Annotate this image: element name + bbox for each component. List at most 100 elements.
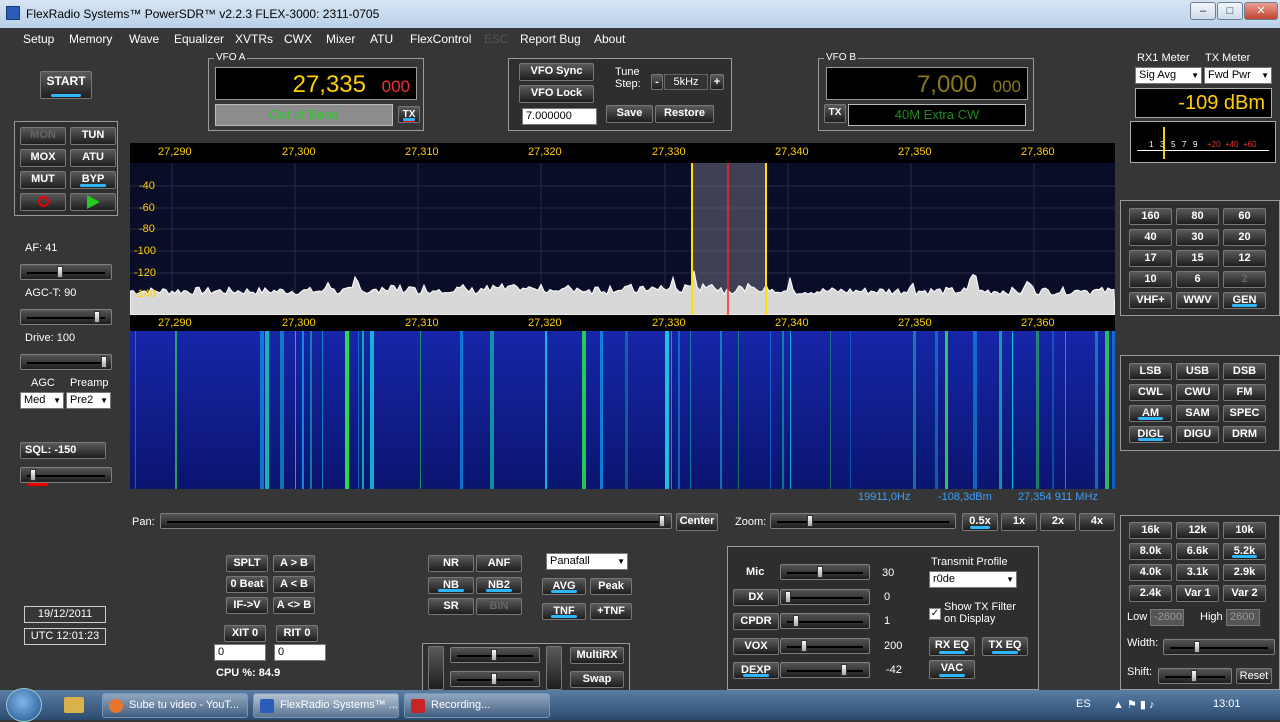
- filter-4-0k-button[interactable]: 4.0k: [1129, 564, 1172, 581]
- record-button[interactable]: [20, 193, 66, 211]
- rx1-pan-slider[interactable]: [450, 647, 540, 663]
- mode-digu-button[interactable]: DIGU: [1176, 426, 1219, 443]
- drive-thumb[interactable]: [101, 356, 107, 368]
- start-button[interactable]: START: [40, 71, 92, 99]
- vfo-b-display[interactable]: 7,000 000: [826, 67, 1028, 100]
- band-160-button[interactable]: 160: [1129, 208, 1172, 225]
- menu-flexcontrol[interactable]: FlexControl: [410, 32, 471, 46]
- menu-cwx[interactable]: CWX: [284, 32, 312, 46]
- mic-thumb[interactable]: [817, 566, 823, 578]
- vfo-b-freq[interactable]: 7,000: [917, 71, 977, 99]
- vfo-a-freq-small[interactable]: 000: [382, 77, 410, 97]
- vfo-sync-button[interactable]: VFO Sync: [519, 63, 594, 81]
- vox-thumb[interactable]: [801, 640, 807, 652]
- af-thumb[interactable]: [57, 266, 64, 278]
- tx-eq-button[interactable]: TX EQ: [982, 637, 1028, 656]
- dexp-thumb[interactable]: [841, 664, 847, 676]
- menu-mixer[interactable]: Mixer: [326, 32, 355, 46]
- band-vhfplus-button[interactable]: VHF+: [1129, 292, 1172, 309]
- mode-cwl-button[interactable]: CWL: [1129, 384, 1172, 401]
- vfo-value-field[interactable]: 7.000000: [522, 108, 597, 125]
- peak-button[interactable]: Peak: [590, 578, 632, 595]
- filter-6-6k-button[interactable]: 6.6k: [1176, 543, 1219, 560]
- dx-thumb[interactable]: [785, 591, 791, 603]
- filter-16k-button[interactable]: 16k: [1129, 522, 1172, 539]
- explorer-icon[interactable]: [64, 697, 84, 713]
- save-button[interactable]: Save: [606, 105, 653, 123]
- nr-button[interactable]: NR: [428, 555, 474, 572]
- preamp-select[interactable]: Pre2: [66, 392, 111, 409]
- vox-button[interactable]: VOX: [733, 638, 779, 655]
- vfo-b-freq-small[interactable]: 000: [993, 77, 1021, 97]
- mut-button[interactable]: MUT: [20, 171, 66, 189]
- band-gen-button[interactable]: GEN: [1223, 292, 1266, 309]
- af-slider[interactable]: [20, 264, 112, 280]
- menu-report-bug[interactable]: Report Bug: [520, 32, 581, 46]
- band-40-button[interactable]: 40: [1129, 229, 1172, 246]
- panafall-display[interactable]: 27,290 27,300 27,310 27,320 27,330 27,34…: [129, 143, 1116, 489]
- filter-8-0k-button[interactable]: 8.0k: [1129, 543, 1172, 560]
- rx1-gain-vslider[interactable]: [428, 646, 444, 690]
- menu-setup[interactable]: Setup: [23, 32, 54, 46]
- restore-button[interactable]: Restore: [655, 105, 714, 123]
- maximize-button[interactable]: □: [1217, 2, 1243, 20]
- filter-5-2k-button[interactable]: 5.2k: [1223, 543, 1266, 560]
- cpdr-slider[interactable]: [780, 613, 870, 629]
- rx-eq-button[interactable]: RX EQ: [929, 637, 975, 656]
- display-mode-select[interactable]: Panafall: [546, 553, 628, 570]
- mode-dsb-button[interactable]: DSB: [1223, 363, 1266, 380]
- add-tnf-button[interactable]: +TNF: [590, 603, 632, 620]
- swap-ab-button[interactable]: A <> B: [273, 597, 315, 614]
- band-15-button[interactable]: 15: [1176, 250, 1219, 267]
- mode-fm-button[interactable]: FM: [1223, 384, 1266, 401]
- vfo-b-tx-button[interactable]: TX: [824, 104, 846, 123]
- band-2-button[interactable]: 2: [1223, 271, 1266, 288]
- cpdr-button[interactable]: CPDR: [733, 613, 779, 630]
- task-recording[interactable]: Recording...: [404, 693, 550, 718]
- mode-sam-button[interactable]: SAM: [1176, 405, 1219, 422]
- menu-about[interactable]: About: [594, 32, 625, 46]
- nb-button[interactable]: NB: [428, 577, 474, 594]
- step-minus-button[interactable]: -: [651, 74, 663, 90]
- mode-spec-button[interactable]: SPEC: [1223, 405, 1266, 422]
- width-thumb[interactable]: [1194, 641, 1200, 653]
- drive-slider[interactable]: [20, 354, 112, 370]
- band-30-button[interactable]: 30: [1176, 229, 1219, 246]
- rx1-pan-thumb[interactable]: [491, 649, 497, 661]
- rx2-gain-vslider[interactable]: [546, 646, 562, 690]
- shift-slider[interactable]: [1158, 668, 1232, 684]
- band-17-button[interactable]: 17: [1129, 250, 1172, 267]
- band-12-button[interactable]: 12: [1223, 250, 1266, 267]
- task-youtube[interactable]: Sube tu video - YouT...: [102, 693, 248, 718]
- a-to-b-button[interactable]: A > B: [273, 555, 315, 572]
- band-20-button[interactable]: 20: [1223, 229, 1266, 246]
- mox-button[interactable]: MOX: [20, 149, 66, 167]
- agct-slider[interactable]: [20, 309, 112, 325]
- zoom-0.5x-button[interactable]: 0.5x: [962, 513, 998, 531]
- atu-button[interactable]: ATU: [70, 149, 116, 167]
- if-v-button[interactable]: IF->V: [226, 597, 268, 614]
- zoom-4x-button[interactable]: 4x: [1079, 513, 1115, 531]
- agc-select[interactable]: Med: [20, 392, 64, 409]
- vfo-a-display[interactable]: 27,335 000: [215, 67, 417, 100]
- xit-button[interactable]: XIT 0: [224, 625, 266, 642]
- menu-equalizer[interactable]: Equalizer: [174, 32, 224, 46]
- vox-slider[interactable]: [780, 638, 870, 654]
- sr-button[interactable]: SR: [428, 598, 474, 615]
- minimize-button[interactable]: –: [1190, 2, 1216, 20]
- zero-beat-button[interactable]: 0 Beat: [226, 576, 268, 593]
- filter-2-4k-button[interactable]: 2.4k: [1129, 585, 1172, 602]
- mode-lsb-button[interactable]: LSB: [1129, 363, 1172, 380]
- rx2-pan-thumb[interactable]: [491, 673, 497, 685]
- menu-wave[interactable]: Wave: [129, 32, 159, 46]
- sql-slider[interactable]: [20, 467, 112, 483]
- rx-meter-select[interactable]: Sig Avg: [1135, 67, 1202, 84]
- mode-digl-button[interactable]: DIGL: [1129, 426, 1172, 443]
- menu-atu[interactable]: ATU: [370, 32, 393, 46]
- low-field[interactable]: -2600: [1150, 609, 1184, 626]
- filter-12k-button[interactable]: 12k: [1176, 522, 1219, 539]
- menu-memory[interactable]: Memory: [69, 32, 112, 46]
- bin-button[interactable]: BIN: [476, 598, 522, 615]
- step-plus-button[interactable]: +: [710, 74, 724, 90]
- high-field[interactable]: 2600: [1226, 609, 1260, 626]
